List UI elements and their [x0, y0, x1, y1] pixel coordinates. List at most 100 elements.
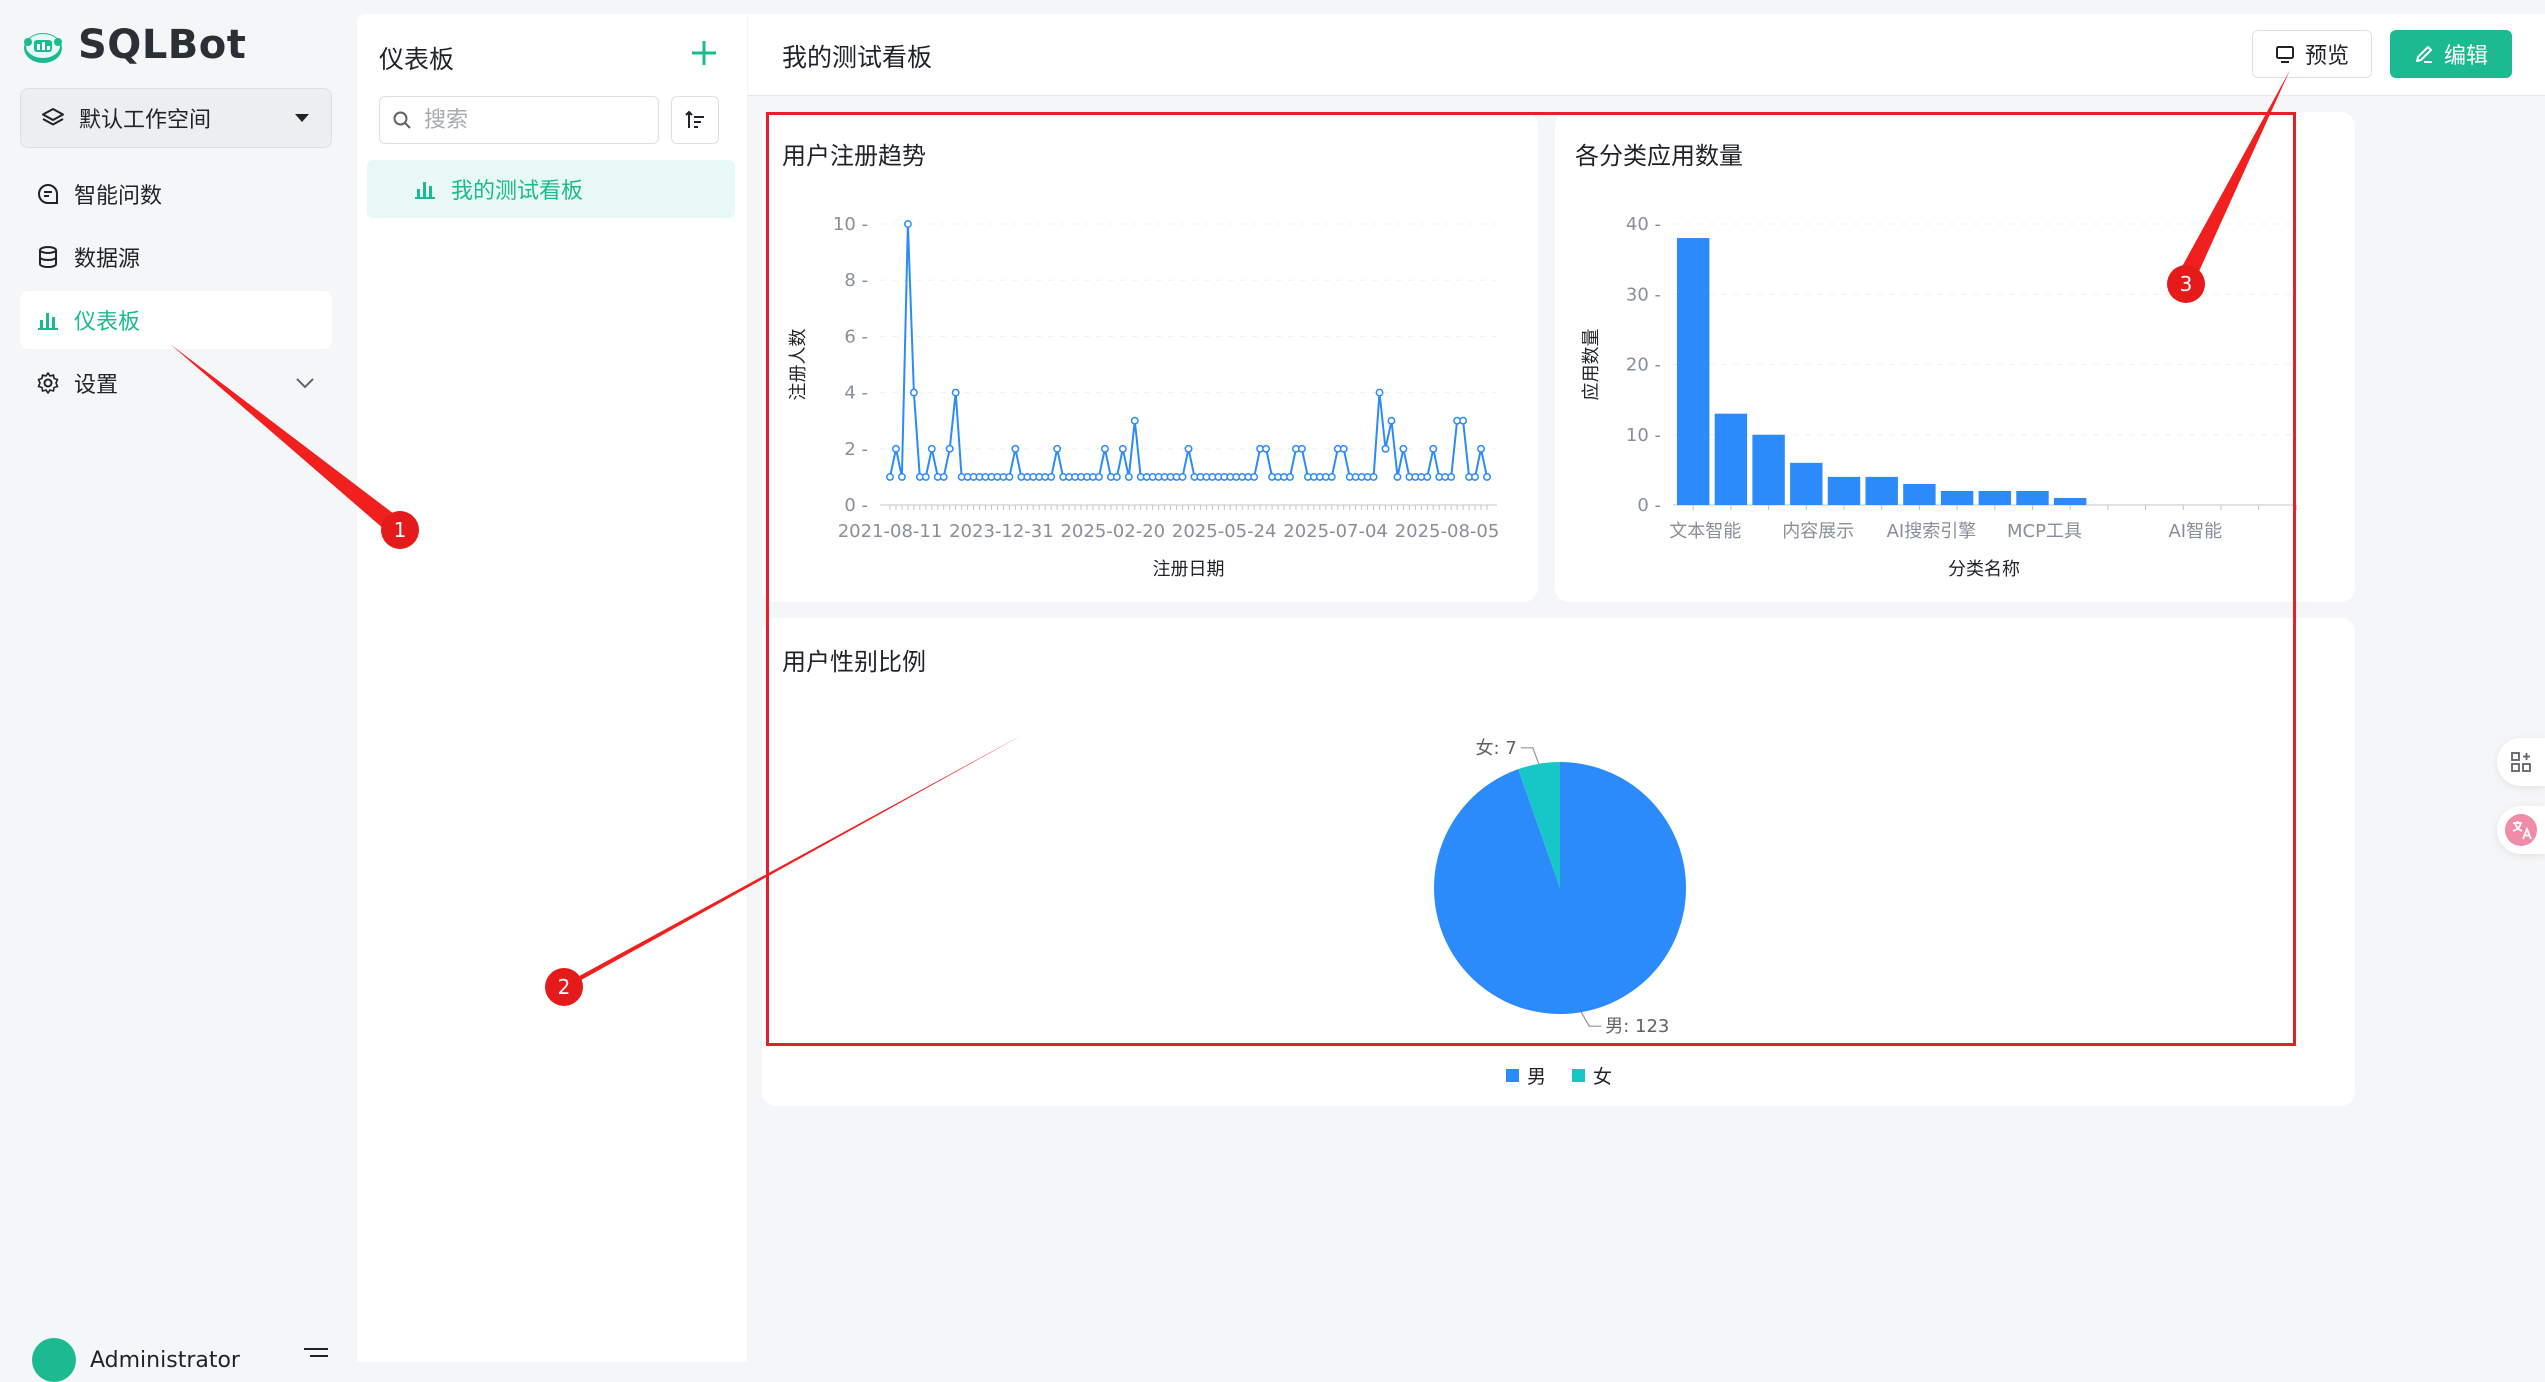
sidebar-item-settings[interactable]: 设置 [20, 354, 332, 412]
user-name: Administrator [90, 1347, 240, 1373]
x-tick-label: 文本智能 [1669, 521, 1741, 542]
y-tick-label: 40 - [1626, 214, 1661, 235]
sidebar-item-chat[interactable]: 智能问数 [20, 165, 332, 223]
legend-item-male[interactable]: 男 [1506, 1062, 1546, 1089]
database-icon [39, 246, 57, 269]
data-point [945, 444, 954, 453]
sort-button[interactable] [671, 96, 719, 144]
data-point [927, 444, 936, 453]
legend-label: 男 [1527, 1066, 1547, 1088]
preview-button[interactable]: 预览 [2252, 30, 2372, 78]
data-point [903, 220, 912, 228]
data-point [1130, 416, 1139, 425]
y-tick-label: 10 - [833, 214, 868, 235]
data-point [1471, 472, 1480, 481]
data-point [1095, 472, 1103, 481]
data-point [1387, 416, 1396, 425]
data-point [1423, 472, 1432, 481]
x-tick-label: AI智能 [2168, 521, 2222, 542]
add-dashboard-icon[interactable] [687, 36, 721, 70]
dashboard-list-panel: 仪表板 我的测试看板 [357, 14, 747, 1362]
workspace-selector[interactable]: 默认工作空间 [20, 88, 332, 148]
layers-icon [42, 108, 64, 126]
x-axis-label: 注册日期 [1153, 559, 1225, 580]
x-axis-label: 分类名称 [1948, 559, 2020, 580]
app-name: SQLBot [78, 22, 247, 68]
chart-card-registration-trend: 用户注册趋势 0 -2 -4 -6 -8 -10 -2021-08-11 2023… [762, 112, 1538, 602]
bar [1865, 476, 1898, 505]
x-tick-label: 内容展示 [1782, 521, 1854, 542]
float-translate-button[interactable] [2497, 806, 2545, 854]
data-point [1369, 472, 1378, 481]
data-point [1005, 472, 1014, 481]
float-apps-button[interactable] [2497, 738, 2545, 786]
sidebar-nav: 智能问数 数据源 仪表板 设置 [20, 165, 332, 417]
x-tick-label: 2025-07-04 [1283, 521, 1388, 542]
y-axis-label: 注册人数 [788, 329, 809, 401]
line-chart: 0 - 2 - 4 - 6 - 8 - 10 - 2021-08-11 2023-12-31 2… [788, 214, 1500, 580]
chart-card-gender-ratio: 用户性别比例 男: 123 女: 7 [762, 618, 2355, 1106]
search-input[interactable] [422, 106, 632, 134]
bar-chart: 0 - 10 - 20 - 30 - 40 - 文本智能 内容展示 AI搜索引擎 MCP工具 AI… [1581, 214, 2297, 580]
workspace-label: 默认工作空间 [79, 108, 212, 133]
legend-swatch-male [1506, 1069, 1519, 1082]
x-tick-label: 2021-08-11 [838, 521, 943, 542]
data-point [1053, 444, 1062, 453]
pie-label: 女: 7 [1476, 738, 1517, 759]
bar [1752, 434, 1785, 505]
data-point [1178, 472, 1187, 481]
data-point [1339, 444, 1348, 453]
bar-chart-icon [415, 182, 435, 199]
app-logo[interactable]: SQLBot [20, 22, 246, 68]
bar [1677, 238, 1710, 506]
sidebar-item-datasource[interactable]: 数据源 [20, 228, 332, 286]
y-tick-label: 6 - [844, 326, 868, 347]
y-tick-label: 10 - [1626, 425, 1661, 446]
top-bar: 我的测试看板 预览 编辑 [748, 14, 2545, 96]
data-point [1381, 444, 1390, 453]
avatar [32, 1338, 76, 1382]
menu-collapse-icon[interactable] [302, 1346, 330, 1362]
apps-add-icon [2511, 752, 2531, 772]
y-tick-label: 0 - [844, 495, 868, 516]
pie-label: 男: 123 [1605, 1016, 1669, 1037]
data-point [897, 472, 906, 481]
data-point [1459, 416, 1468, 425]
sidebar-item-label: 仪表板 [74, 310, 141, 335]
y-tick-label: 30 - [1626, 284, 1661, 305]
sqlbot-logo-icon [24, 33, 62, 63]
list-item[interactable]: 我的测试看板 [367, 160, 735, 218]
x-tick-label: AI搜索引擎 [1887, 521, 1977, 542]
x-tick-label: 2023-12-31 [949, 521, 1054, 542]
data-point [1483, 472, 1491, 481]
page-title: 我的测试看板 [782, 43, 933, 72]
series-line [889, 223, 1488, 478]
search-box [379, 96, 659, 144]
search-icon [393, 111, 411, 129]
bar [2016, 490, 2049, 505]
chevron-down-icon [296, 378, 314, 389]
monitor-icon [2275, 46, 2294, 63]
legend-item-female[interactable]: 女 [1572, 1062, 1612, 1089]
edit-button[interactable]: 编辑 [2390, 30, 2512, 78]
bar [2053, 497, 2087, 505]
data-point [1477, 444, 1485, 453]
sidebar-item-dashboard[interactable]: 仪表板 [20, 291, 332, 349]
data-point [1250, 472, 1259, 481]
legend-label: 女 [1593, 1066, 1613, 1088]
x-tick-label: 2025-08-05 [1395, 521, 1500, 542]
sidebar: SQLBot 默认工作空间 智能问数 数据源 仪表板 设置 Administra… [0, 0, 355, 1382]
data-point [1184, 444, 1193, 453]
data-point [1399, 444, 1408, 453]
data-point [1011, 444, 1020, 453]
translate-icon [2505, 814, 2537, 846]
bar [1790, 462, 1823, 505]
y-tick-label: 2 - [844, 439, 868, 460]
data-point [939, 472, 948, 481]
data-point [1286, 472, 1294, 481]
user-profile[interactable]: Administrator [32, 1338, 240, 1382]
y-tick-label: 20 - [1626, 355, 1661, 376]
legend-swatch-female [1572, 1069, 1586, 1082]
data-point [1429, 444, 1438, 453]
sidebar-item-label: 智能问数 [74, 184, 163, 209]
